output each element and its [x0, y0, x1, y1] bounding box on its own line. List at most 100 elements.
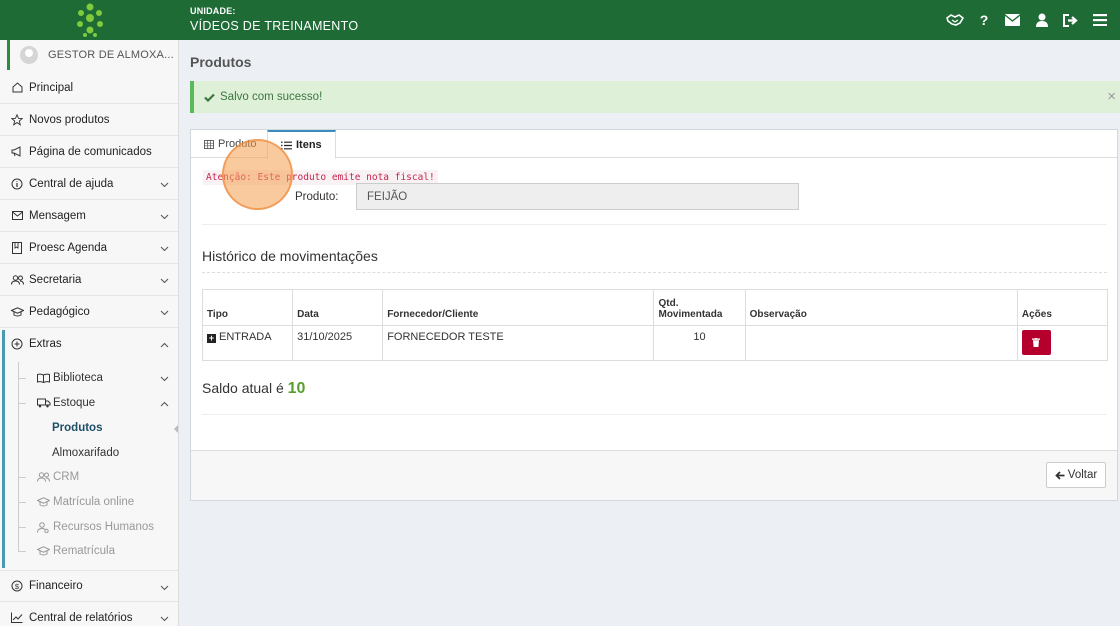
cell-tipo: + ENTRADA	[201, 325, 294, 361]
sidebar-item-label: Central de ajuda	[29, 177, 114, 190]
back-button[interactable]: Voltar	[1046, 462, 1106, 488]
envelope-icon[interactable]	[998, 0, 1027, 40]
tab-produto[interactable]: Produto	[191, 130, 271, 158]
star-icon	[10, 113, 24, 126]
sidebar-item-central-relatorios[interactable]: Central de relatórios	[0, 602, 178, 626]
users-icon	[37, 472, 51, 482]
sidebar-item-pedagogico[interactable]: Pedagógico	[0, 296, 178, 328]
sidebar-item-financeiro[interactable]: $ Financeiro	[0, 570, 178, 602]
tipo-value: ENTRADA	[219, 331, 272, 343]
sidebar-item-matricula-online[interactable]: Matrícula online	[0, 490, 178, 514]
chevron-up-icon	[160, 398, 169, 410]
sidebar-item-label: Almoxarifado	[52, 447, 120, 459]
delete-button[interactable]	[1021, 330, 1051, 355]
sidebar-item-label: Estoque	[53, 397, 96, 409]
sidebar-item-label: Principal	[29, 81, 74, 94]
tab-bar: Produto Itens	[191, 130, 1117, 159]
menu-icon[interactable]	[1085, 0, 1114, 40]
column-header-data: Data	[292, 289, 384, 326]
chart-icon	[10, 612, 24, 623]
unit-name[interactable]: VÍDEOS DE TREINAMENTO	[190, 19, 358, 33]
logo-icon	[76, 3, 103, 37]
divider	[202, 272, 1107, 273]
sidebar-item-label: Produtos	[52, 422, 103, 434]
product-label: Produto:	[295, 191, 339, 203]
sidebar-item-mensagem[interactable]: Mensagem	[0, 200, 178, 232]
chevron-down-icon	[160, 373, 169, 385]
panel-footer: Voltar	[191, 450, 1117, 500]
avatar	[20, 46, 38, 64]
sidebar-item-novos-produtos[interactable]: Novos produtos	[0, 104, 178, 136]
sidebar-item-secretaria[interactable]: Secretaria	[0, 264, 178, 296]
home-icon	[10, 82, 24, 93]
plus-square-icon: +	[207, 333, 216, 343]
user-panel[interactable]: GESTOR DE ALMOXA...	[7, 40, 178, 70]
sidebar-item-rematricula[interactable]: Rematrícula	[0, 539, 178, 563]
graduation-icon	[37, 497, 51, 507]
column-header-tipo: Tipo	[201, 289, 294, 326]
sidebar-item-almoxarifado[interactable]: Almoxarifado	[0, 441, 178, 465]
list-icon	[281, 141, 292, 150]
sidebar-item-central-ajuda[interactable]: Central de ajuda	[0, 168, 178, 200]
sidebar-item-comunicados[interactable]: Página de comunicados	[0, 136, 178, 168]
logout-icon[interactable]	[1056, 0, 1085, 40]
sidebar-item-principal[interactable]: Principal	[0, 72, 178, 104]
sidebar-item-proesc-agenda[interactable]: Proesc Agenda	[0, 232, 178, 264]
sidebar-item-label: Página de comunicados	[29, 145, 152, 158]
history-title: Histórico de movimentações	[202, 248, 378, 264]
user-icon[interactable]	[1027, 0, 1056, 40]
balance-text: Saldo atual é	[202, 380, 284, 396]
sidebar-item-biblioteca[interactable]: Biblioteca	[0, 366, 178, 390]
column-header-qtd: Qtd. Movimentada	[653, 289, 746, 326]
agenda-icon	[10, 241, 24, 254]
unit-info: UNIDADE: VÍDEOS DE TREINAMENTO	[190, 6, 358, 33]
sidebar-item-label: CRM	[53, 471, 80, 483]
sidebar-item-label: Mensagem	[29, 209, 86, 222]
cell-data: 31/10/2025	[292, 325, 384, 361]
sidebar-item-estoque[interactable]: Estoque	[0, 391, 178, 415]
unit-label: UNIDADE:	[190, 6, 236, 16]
sidebar-item-crm[interactable]: CRM	[0, 465, 178, 489]
book-icon	[37, 373, 51, 383]
product-field[interactable]: FEIJÃO	[356, 183, 799, 210]
sidebar-item-label: Rematrícula	[53, 545, 115, 557]
chevron-down-icon	[160, 243, 169, 255]
tab-itens[interactable]: Itens	[267, 130, 336, 159]
help-icon[interactable]: ?	[969, 0, 998, 40]
close-icon[interactable]: ×	[1107, 88, 1116, 105]
cell-fornecedor: FORNECEDOR TESTE	[382, 325, 655, 361]
alert-message: Salvo com sucesso!	[220, 91, 323, 103]
tab-label: Itens	[296, 139, 322, 151]
sidebar-item-extras[interactable]: Extras	[0, 328, 178, 360]
divider	[202, 414, 1107, 415]
top-navbar: UNIDADE: VÍDEOS DE TREINAMENTO ?	[0, 0, 1120, 40]
current-balance: Saldo atual é 10	[202, 380, 305, 398]
cell-observacao	[744, 325, 1018, 361]
sidebar-item-label: Central de relatórios	[29, 611, 133, 624]
column-header-qtd-line1: Qtd.	[658, 298, 679, 309]
megaphone-icon	[10, 146, 24, 157]
sidebar: GESTOR DE ALMOXA... Principal Novos prod…	[0, 40, 179, 626]
table-icon	[204, 139, 214, 149]
movements-table: Tipo Data Fornecedor/Cliente Qtd. Movimen…	[201, 289, 1109, 361]
truck-icon	[37, 398, 51, 408]
plus-circle-icon	[10, 338, 24, 350]
column-header-qtd-line2: Movimentada	[658, 309, 723, 320]
sidebar-item-recursos-humanos[interactable]: Recursos Humanos	[0, 515, 178, 539]
svg-text:?: ?	[979, 13, 988, 27]
users-icon	[10, 274, 24, 285]
sidebar-item-label: Proesc Agenda	[29, 241, 108, 254]
chevron-down-icon	[160, 179, 169, 191]
logo[interactable]	[0, 0, 179, 40]
arrow-left-icon	[1055, 470, 1065, 480]
balance-value: 10	[287, 380, 306, 397]
header-actions: ?	[940, 0, 1114, 40]
success-alert: Salvo com sucesso! ×	[190, 81, 1120, 113]
svg-text:$: $	[15, 582, 20, 591]
chevron-up-icon	[160, 339, 169, 351]
page-title: Produtos	[190, 54, 252, 70]
sidebar-item-produtos[interactable]: Produtos	[0, 416, 178, 440]
main-content: Produtos Salvo com sucesso! × Produto It…	[179, 40, 1120, 626]
handshake-icon[interactable]	[940, 0, 969, 40]
divider	[202, 224, 1107, 225]
